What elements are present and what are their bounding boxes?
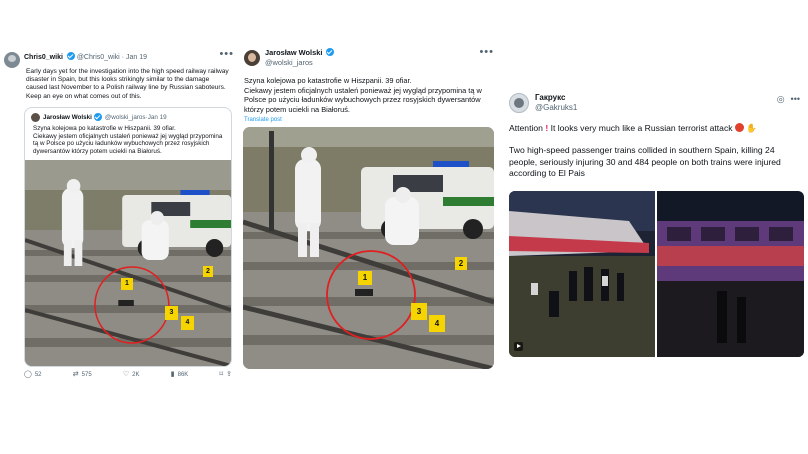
avatar[interactable] bbox=[244, 50, 260, 66]
views-button[interactable]: ▮ 86K bbox=[171, 371, 189, 378]
tweet-text-attention: Attention bbox=[509, 123, 543, 133]
avatar[interactable] bbox=[4, 52, 20, 68]
tweet-card-chris0: Chris0_wiki @Chris0_wiki · Jan 19 ••• Ea… bbox=[2, 46, 238, 378]
verified-badge-icon bbox=[326, 48, 335, 56]
tweet-header: Гакрукс @Gakruks1 ◎ ••• bbox=[503, 90, 806, 113]
verified-badge-icon bbox=[93, 113, 102, 122]
like-count: 2K bbox=[132, 371, 140, 378]
quote-author-handle: @wolski_jaros bbox=[104, 113, 146, 121]
like-button[interactable]: ♡ 2K bbox=[123, 371, 140, 378]
reply-icon: ◯ bbox=[24, 371, 32, 378]
author-handle[interactable]: @Chris0_wiki bbox=[77, 54, 120, 61]
repost-count: 575 bbox=[81, 371, 92, 378]
author-handle[interactable]: @wolski_jaros bbox=[265, 58, 334, 68]
hand-icon: ✋ bbox=[746, 123, 758, 133]
tweet-card-wolski: Jarosław Wolski @wolski_jaros ••• Szyna … bbox=[238, 42, 498, 374]
train-photo-right[interactable] bbox=[657, 191, 804, 357]
evidence-marker: 3 bbox=[411, 303, 427, 321]
evidence-marker: 4 bbox=[429, 315, 445, 333]
tweet-text: Szyna kolejowa po katastrofie w Hiszpani… bbox=[244, 76, 482, 114]
author-name[interactable]: Jarosław Wolski bbox=[265, 48, 322, 57]
evidence-marker: 1 bbox=[121, 278, 133, 290]
crash-site-photo[interactable]: 1 2 3 4 bbox=[25, 160, 231, 366]
evidence-marker: 1 bbox=[358, 271, 372, 286]
evidence-marker: 2 bbox=[203, 266, 213, 277]
more-horizontal-icon[interactable]: ••• bbox=[791, 94, 800, 105]
media-grid bbox=[509, 191, 804, 357]
repost-icon: ⇄ bbox=[72, 371, 79, 378]
quote-date: Jan 19 bbox=[147, 113, 167, 121]
angry-face-icon bbox=[734, 123, 744, 132]
reply-button[interactable]: ◯ 52 bbox=[24, 371, 42, 378]
bookmark-icon[interactable]: ⌑ bbox=[220, 371, 224, 378]
play-icon[interactable] bbox=[514, 342, 523, 351]
quote-text: Szyna kolejowa po katastrofie w Hiszpani… bbox=[33, 124, 223, 156]
quote-author-name: Jarosław Wolski bbox=[43, 113, 92, 121]
author-name[interactable]: Гакрукс bbox=[535, 93, 577, 103]
quoted-tweet[interactable]: Jarosław Wolski @wolski_jaros · Jan 19 S… bbox=[24, 106, 232, 367]
tweet-text: Early days yet for the investigation int… bbox=[26, 68, 229, 100]
repost-button[interactable]: ⇄ 575 bbox=[73, 371, 92, 378]
tweet-text-paragraph2: Two high-speed passenger trains collided… bbox=[509, 145, 781, 179]
tweet-header: Chris0_wiki @Chris0_wiki · Jan 19 ••• bbox=[2, 46, 238, 68]
reply-count: 52 bbox=[34, 371, 42, 378]
translate-post-link[interactable]: Translate post bbox=[238, 114, 498, 127]
train-photo-left[interactable] bbox=[509, 191, 655, 357]
heart-icon: ♡ bbox=[122, 371, 130, 378]
quote-avatar bbox=[31, 112, 40, 122]
evidence-marker: 3 bbox=[165, 306, 178, 320]
avatar[interactable] bbox=[509, 93, 529, 113]
tweet-actions: ◯ 52 ⇄ 575 ♡ 2K ▮ 86K ⌑ ⇪ bbox=[2, 367, 238, 378]
more-horizontal-icon[interactable]: ••• bbox=[479, 46, 494, 58]
tweet-text: Attention ! It looks very much like a Ru… bbox=[503, 113, 806, 180]
crash-site-photo[interactable]: 1 2 3 4 bbox=[243, 127, 494, 370]
tweet-card-gakruks: Гакрукс @Gakruks1 ◎ ••• Attention ! It l… bbox=[503, 90, 806, 362]
verified-badge-icon bbox=[66, 52, 75, 60]
tweet-header: Jarosław Wolski @wolski_jaros ••• bbox=[238, 42, 498, 68]
evidence-marker: 2 bbox=[455, 257, 467, 271]
author-name[interactable]: Chris0_wiki bbox=[24, 54, 63, 61]
views-bar-icon: ▮ bbox=[170, 371, 175, 378]
evidence-marker: 4 bbox=[181, 316, 194, 330]
views-count: 86K bbox=[177, 371, 189, 378]
grok-icon[interactable]: ◎ bbox=[777, 94, 785, 105]
post-date[interactable]: Jan 19 bbox=[126, 54, 147, 61]
more-horizontal-icon[interactable]: ••• bbox=[219, 48, 234, 60]
author-handle[interactable]: @Gakruks1 bbox=[535, 103, 577, 113]
share-icon[interactable]: ⇪ bbox=[226, 371, 232, 378]
tweet-text-line1: It looks very much like a Russian terror… bbox=[548, 123, 735, 133]
